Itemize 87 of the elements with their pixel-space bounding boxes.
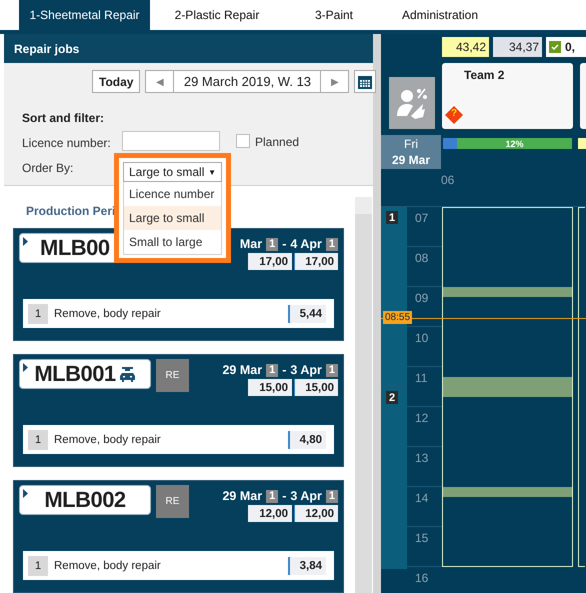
week-badge: 1 (266, 238, 278, 250)
expand-icon[interactable] (23, 237, 28, 246)
tab[interactable]: 3-Paint (284, 0, 384, 30)
week-badge: 1 (266, 490, 278, 502)
hours-value: 12,00 (248, 505, 292, 522)
tab[interactable]: 1-Sheetmetal Repair (19, 0, 150, 30)
job-date: 3 Apr (290, 363, 322, 377)
capacity-bar: 12% (443, 138, 572, 149)
shift-number: 1 (386, 211, 398, 224)
date-separator: - (282, 489, 286, 503)
caret-icon: ▼ (208, 168, 216, 176)
warning-icon: ? (445, 106, 463, 124)
dropdown-option[interactable]: Large to small (124, 206, 221, 230)
expand-icon[interactable] (23, 489, 28, 498)
type-badge: RE (156, 485, 189, 518)
job-date: 4 Apr (290, 237, 322, 251)
total-value: 43,42 (442, 37, 489, 57)
hours-value: 12,00 (294, 505, 338, 522)
hours-value: 17,00 (294, 253, 338, 270)
task-number: 1 (28, 304, 48, 324)
team-settings-button[interactable] (389, 77, 435, 129)
calendar-icon (357, 74, 374, 90)
hours-value: 17,00 (248, 253, 292, 270)
team-card[interactable]: Team 2 ? (442, 63, 573, 129)
job-date: Mar (240, 237, 262, 251)
task-number: 1 (28, 556, 48, 576)
total-number: 0, (565, 40, 576, 54)
planned-checkbox[interactable] (236, 134, 250, 148)
order-by-dropdown[interactable]: Large to small ▼ (123, 162, 222, 182)
shift-number: 2 (386, 391, 398, 404)
task-row[interactable]: 1 Remove, body repair 4,80 (23, 425, 334, 454)
date-separator: - (282, 363, 286, 377)
week-badge: 1 (266, 364, 278, 376)
date-separator: - (282, 237, 286, 251)
checkbox-label: Planned (255, 135, 300, 149)
person-percent-icon (395, 86, 429, 120)
hour-label: 11 (407, 367, 442, 407)
licence-plate: MLB002 (19, 485, 151, 515)
scrollbar[interactable] (355, 197, 372, 593)
job-date: 29 Mar (222, 363, 262, 377)
task-name: Remove, body repair (54, 434, 161, 446)
hour-label: 13 (407, 447, 442, 487)
week-badge: 1 (326, 238, 338, 250)
task-name: Remove, body repair (54, 560, 161, 572)
team-name: Team 2 (464, 68, 504, 82)
week-badge: 1 (326, 490, 338, 502)
task-hours: 3,84 (288, 556, 326, 574)
job-card[interactable]: MLB001 RE 29 Mar 1 - 3 Apr 1 15,00 15,00 1 Remove, body repair 4,80 (13, 354, 344, 467)
task-row[interactable]: 1 Remove, body repair 5,44 (23, 299, 334, 328)
hours-value: 15,00 (248, 379, 292, 396)
task-name: Remove, body repair (54, 308, 161, 320)
hour-label: 16 (414, 570, 428, 587)
type-badge: RE (156, 359, 189, 392)
hour-label: 14 (407, 487, 442, 527)
section-label: Sort and filter: (22, 111, 104, 125)
job-date: 3 Apr (290, 489, 322, 503)
capacity-bar (578, 138, 586, 149)
hour-label: 06 (440, 172, 454, 189)
task-hours: 4,80 (288, 430, 326, 448)
expand-icon[interactable] (23, 363, 28, 372)
week-badge: 1 (326, 364, 338, 376)
hour-label: 07 (407, 207, 442, 247)
job-date: 29 Mar (222, 489, 262, 503)
field-label: Licence number: (22, 136, 111, 150)
hour-label: 15 (407, 527, 442, 567)
licence-plate: MLB001 (19, 359, 151, 389)
hour-label: 12 (407, 407, 442, 447)
hours-value: 15,00 (294, 379, 338, 396)
today-button[interactable]: Today (92, 70, 140, 93)
task-hours: 5,44 (288, 304, 326, 322)
hour-label: 10 (407, 327, 442, 367)
tab[interactable]: 2-Plastic Repair (150, 0, 284, 30)
calendar-button[interactable] (354, 70, 376, 93)
field-label: Order By: (22, 161, 74, 175)
panel-title: Repair jobs (14, 42, 80, 56)
hour-label: 08 (407, 247, 442, 287)
tab[interactable]: Administration (384, 0, 496, 30)
licence-number-field[interactable] (122, 131, 220, 151)
current-time: 08:55 (383, 311, 412, 324)
check-icon (549, 41, 561, 53)
schedule-column[interactable] (578, 207, 585, 567)
day-header[interactable]: Fri 29 Mar (381, 135, 441, 169)
total-value: 34,37 (493, 37, 542, 57)
section-heading: Production Peri (26, 204, 116, 218)
task-number: 1 (28, 430, 48, 450)
job-card[interactable]: MLB002 RE 29 Mar 1 - 3 Apr 1 12,00 12,00 1 Remove, body repair 3,84 (13, 480, 344, 593)
task-row[interactable]: 1 Remove, body repair 3,84 (23, 551, 334, 580)
